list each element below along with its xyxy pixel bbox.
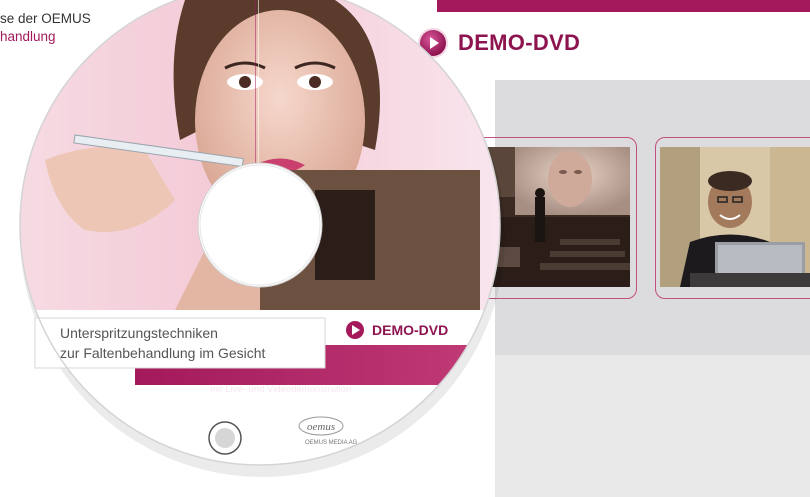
disc-title-line-2: zur Faltenbehandlung im Gesicht: [60, 345, 266, 361]
disc-badge-label: DEMO-DVD: [372, 322, 448, 338]
presenter-photo[interactable]: [660, 147, 810, 287]
publisher-logo: oemus: [307, 421, 335, 433]
disc-spindle-hole: [197, 162, 323, 288]
disc-title-line-1: Unterspritzungstechniken: [60, 325, 218, 341]
disc-subtitle: mit Live- und Videodemonstration: [210, 384, 351, 395]
publisher-name: OEMUS MEDIA AG: [305, 440, 358, 446]
demo-dvd-disc[interactable]: Unterspritzungstechniken zur Faltenbehan…: [15, 0, 505, 470]
medical-seal-icon: [215, 428, 235, 448]
